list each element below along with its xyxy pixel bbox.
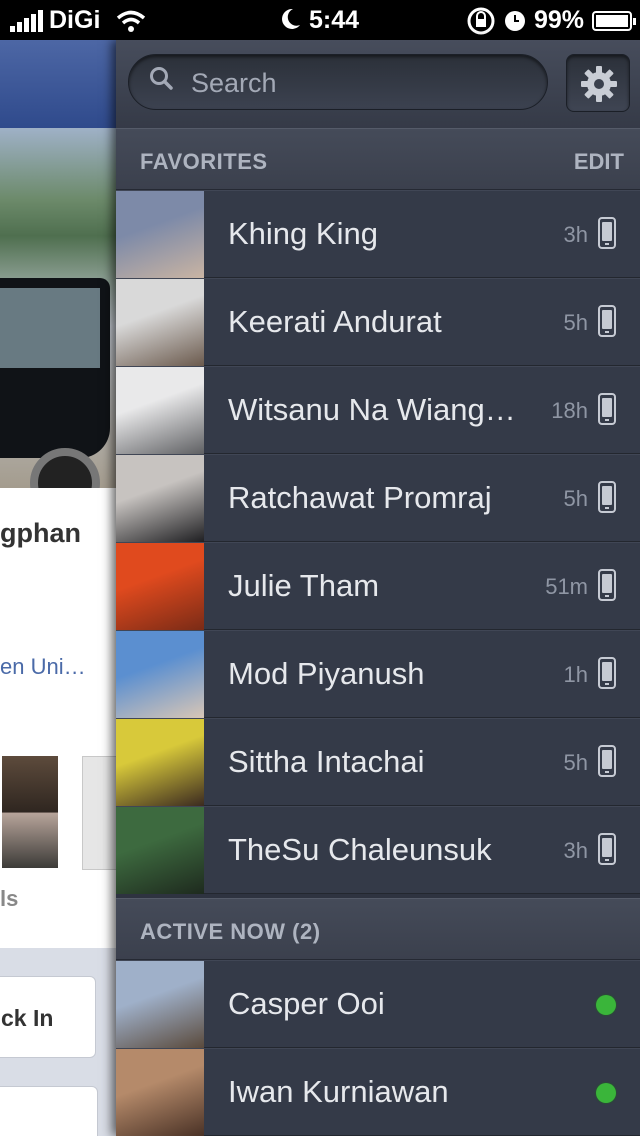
last-active-time: 18h [551, 398, 588, 423]
clock-time: 5:44 [308, 6, 360, 34]
mobile-phone-icon [598, 833, 616, 865]
last-active-time: 3h [563, 838, 588, 863]
search-placeholder: Search [191, 68, 277, 98]
favorites-title: FAVORITES [140, 149, 268, 174]
mobile-phone-icon [598, 745, 616, 777]
favorite-contact-row[interactable]: Julie Tham 51m [116, 542, 640, 630]
edit-button[interactable]: EDIT [574, 149, 624, 175]
settings-button[interactable] [566, 54, 630, 112]
chat-sidebar: Search FAVORITES EDIT Khing King 3h Keerat… [116, 40, 640, 1136]
last-active-time: 5h [563, 486, 588, 511]
contact-name: Mod Piyanush [228, 656, 425, 691]
contact-name: Sittha Intachai [228, 744, 425, 779]
search-icon [150, 67, 173, 90]
favorite-contact-row[interactable]: Sittha Intachai 5h [116, 718, 640, 806]
avatar [116, 191, 204, 278]
contact-name: Keerati Andurat [228, 304, 442, 339]
contact-name: Witsanu Na Wiang… [228, 392, 516, 427]
map-thumbnail[interactable] [82, 756, 116, 870]
profile-card [0, 488, 116, 948]
contact-name: Khing King [228, 216, 378, 251]
alarm-clock-icon [504, 10, 525, 31]
contact-name: TheSu Chaleunsuk [228, 832, 492, 867]
mobile-phone-icon [598, 217, 616, 249]
battery-icon [592, 10, 636, 31]
mobile-phone-icon [598, 569, 616, 601]
favorites-header: FAVORITES EDIT [116, 128, 640, 190]
check-in-button[interactable]: ck In [0, 976, 96, 1058]
mobile-phone-icon [598, 481, 616, 513]
mobile-phone-icon [598, 305, 616, 337]
favorite-contact-row[interactable]: Witsanu Na Wiang… 18h [116, 366, 640, 454]
battery-fill [596, 14, 628, 27]
moon-icon [282, 8, 300, 29]
gear-icon [581, 66, 617, 102]
last-active-time: 5h [563, 310, 588, 335]
avatar [116, 961, 204, 1048]
sidebar-top-bar: Search [116, 40, 640, 129]
online-status-icon [596, 1083, 616, 1103]
rotation-lock-icon [467, 7, 495, 34]
last-active-time: 5h [563, 750, 588, 775]
contact-name: Julie Tham [228, 568, 380, 603]
last-active-time: 1h [563, 662, 588, 687]
check-in-label: ck In [1, 1005, 54, 1031]
mobile-phone-icon [598, 393, 616, 425]
favorite-contact-row[interactable]: Keerati Andurat 5h [116, 278, 640, 366]
background-profile-panel: gphan en Uni… ls ck In [0, 40, 116, 1136]
contact-name: Iwan Kurniawan [228, 1074, 449, 1109]
avatar [116, 807, 204, 894]
profile-name-fragment: gphan [0, 518, 81, 548]
contact-name: Casper Ooi [228, 986, 385, 1021]
avatar [116, 455, 204, 542]
section-label-fragment: ls [0, 886, 19, 911]
favorite-contact-row[interactable]: Mod Piyanush 1h [116, 630, 640, 718]
avatar [116, 1049, 204, 1136]
active-contact-row[interactable]: Iwan Kurniawan [116, 1048, 640, 1136]
battery-percent: 99% [533, 6, 584, 34]
favorite-contact-row[interactable]: Ratchawat Promraj 5h [116, 454, 640, 542]
last-active-time: 51m [545, 574, 588, 599]
search-input[interactable]: Search [128, 54, 548, 110]
mobile-phone-icon [598, 657, 616, 689]
active-now-title: ACTIVE NOW (2) [140, 919, 321, 944]
photo-thumbnail[interactable] [2, 756, 58, 868]
profile-university-fragment[interactable]: en Uni… [0, 654, 86, 680]
favorite-contact-row[interactable]: TheSu Chaleunsuk 3h [116, 806, 640, 894]
contact-name: Ratchawat Promraj [228, 480, 492, 515]
avatar [116, 719, 204, 806]
online-status-icon [596, 995, 616, 1015]
avatar [116, 543, 204, 630]
avatar [116, 279, 204, 366]
active-contact-row[interactable]: Casper Ooi [116, 960, 640, 1048]
avatar [116, 367, 204, 454]
favorite-contact-row[interactable]: Khing King 3h [116, 190, 640, 278]
status-bar: DiGi 5:44 99% [0, 0, 640, 40]
cover-photo [0, 128, 116, 518]
background-nav-bar [0, 40, 116, 128]
active-now-header: ACTIVE NOW (2) [116, 898, 640, 960]
secondary-button[interactable] [0, 1086, 98, 1136]
last-active-time: 3h [563, 222, 588, 247]
car-window [0, 288, 100, 368]
avatar [116, 631, 204, 718]
